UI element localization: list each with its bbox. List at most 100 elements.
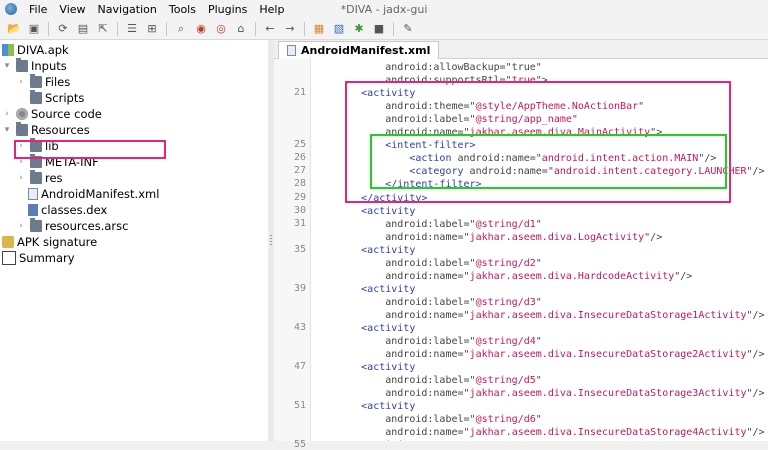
- code-line: <activity: [313, 322, 415, 335]
- save-all-icon[interactable]: ▤: [75, 21, 91, 37]
- code-token: jakhar.aseem.diva.InsecureDataStorage1Ac…: [469, 309, 747, 321]
- tree-node-summary[interactable]: Summary: [2, 250, 75, 266]
- code-line: android:label="@string/d4": [313, 335, 542, 348]
- stop-icon[interactable]: ■: [371, 21, 387, 37]
- code-token: android:name=": [313, 270, 470, 282]
- debug-icon[interactable]: ✱: [351, 21, 367, 37]
- menu-view[interactable]: View: [59, 3, 85, 16]
- tree-node-label: Source code: [31, 107, 102, 121]
- code-token: jakhar.aseem.diva.LogActivity: [469, 231, 645, 243]
- settings-icon[interactable]: ✎: [400, 21, 416, 37]
- code-token: android:name=": [313, 349, 470, 361]
- code-token: android:label=": [313, 414, 476, 426]
- menu-tools[interactable]: Tools: [169, 3, 196, 16]
- xml-file-icon: [28, 188, 38, 200]
- code-token: android:name=": [313, 388, 470, 400]
- tree-node-resources-arsc[interactable]: › resources.arsc: [16, 218, 128, 234]
- tree-node-inputs[interactable]: ▾ Inputs: [2, 58, 67, 74]
- code-token: <activity: [313, 205, 416, 217]
- tree-node-label: AndroidManifest.xml: [41, 187, 160, 201]
- code-line: android:name="jakhar.aseem.diva.Hardcode…: [313, 270, 692, 283]
- menu-file[interactable]: File: [29, 3, 47, 16]
- code-line: <activity: [313, 244, 415, 257]
- tree-node-label: DIVA.apk: [17, 43, 69, 57]
- menu-help[interactable]: Help: [259, 3, 284, 16]
- editor-tab-bar: AndroidManifest.xml: [274, 40, 768, 59]
- chevron-down-icon[interactable]: ▾: [2, 61, 12, 71]
- sync-icon[interactable]: ⟳: [55, 21, 71, 37]
- export-icon[interactable]: ⇱: [95, 21, 111, 37]
- code-token: android:name=": [313, 309, 470, 321]
- tree-node-files[interactable]: › Files: [16, 74, 70, 90]
- line-number: 55: [293, 439, 306, 450]
- home-icon[interactable]: ⌂: [233, 21, 249, 37]
- code-token: "/>: [746, 349, 765, 361]
- menu-navigation[interactable]: Navigation: [98, 3, 157, 16]
- tree-node-label: Resources: [31, 123, 90, 137]
- code-token: jakhar.aseem.diva.HardcodeActivity: [469, 270, 675, 282]
- code-token: ": [535, 414, 542, 426]
- package-icon: [16, 108, 28, 120]
- code-token: jakhar.aseem.diva.InsecureDataStorage2Ac…: [469, 349, 747, 361]
- line-number: 25: [293, 139, 306, 151]
- code-line: <activity: [313, 400, 415, 413]
- apk-icon: [2, 44, 14, 56]
- tree-node-label: Summary: [19, 251, 75, 265]
- search-icon[interactable]: ⌕: [173, 21, 189, 37]
- line-number: 47: [293, 361, 306, 373]
- menu-plugins[interactable]: Plugins: [208, 3, 247, 16]
- chevron-down-icon[interactable]: ▾: [2, 125, 12, 135]
- code-token: <activity: [313, 323, 416, 334]
- code-token: "/>: [644, 231, 663, 243]
- code-view-icon[interactable]: ▦: [311, 21, 327, 37]
- code-line: android:label="@string/d3": [313, 296, 542, 309]
- summary-icon: [2, 251, 16, 265]
- code-token: android:name=": [313, 231, 470, 243]
- code-token: "/>: [746, 427, 765, 439]
- xml-file-icon: [287, 45, 296, 56]
- folder-icon: [30, 74, 42, 88]
- line-number: 31: [293, 217, 306, 229]
- tree-node-android-manifest[interactable]: AndroidManifest.xml: [28, 186, 159, 202]
- code-token: ": [535, 218, 542, 230]
- code-line: android:allowBackup="true": [313, 61, 542, 74]
- code-token: android:label=": [313, 218, 476, 230]
- tree-node-label: Inputs: [31, 59, 67, 73]
- line-number: 28: [293, 178, 306, 190]
- tree-node-resources[interactable]: ▾ Resources: [2, 122, 90, 138]
- back-icon[interactable]: ←: [262, 21, 278, 37]
- deobfuscation-icon[interactable]: ⊞: [144, 21, 160, 37]
- code-token: android:label=": [313, 336, 476, 348]
- flatten-icon[interactable]: ☰: [124, 21, 140, 37]
- chevron-right-icon[interactable]: ›: [16, 221, 26, 231]
- dex-file-icon: [28, 204, 38, 216]
- chevron-right-icon[interactable]: ›: [2, 109, 12, 119]
- open-file-icon[interactable]: 📂: [6, 21, 22, 37]
- tree-node-diva-apk[interactable]: DIVA.apk: [2, 42, 69, 58]
- tree-node-res[interactable]: › res: [16, 170, 63, 186]
- line-number: 29: [293, 191, 306, 203]
- code-token: @string/d2: [475, 257, 536, 269]
- chevron-right-icon[interactable]: ›: [16, 77, 26, 87]
- tree-node-source-code[interactable]: › Source code: [2, 106, 102, 122]
- find-class-icon[interactable]: ◉: [193, 21, 209, 37]
- code-token: android:allowBackup="true": [313, 62, 542, 73]
- code-token: android:label=": [313, 296, 476, 308]
- folder-icon: [16, 58, 28, 72]
- forward-icon[interactable]: →: [282, 21, 298, 37]
- find-usage-icon[interactable]: ◎: [213, 21, 229, 37]
- tab-android-manifest[interactable]: AndroidManifest.xml: [278, 41, 440, 59]
- chevron-right-icon[interactable]: ›: [16, 173, 26, 183]
- code-line: android:label="@string/d1": [313, 218, 542, 231]
- line-number: 39: [293, 282, 306, 294]
- tree-node-classes-dex[interactable]: classes.dex: [28, 202, 107, 218]
- tree-node-label: classes.dex: [41, 203, 108, 217]
- menu-bar: File View Navigation Tools Plugins Help: [0, 0, 768, 18]
- save-icon[interactable]: ▣: [26, 21, 42, 37]
- tree-node-apk-signature[interactable]: APK signature: [2, 234, 97, 250]
- code-token: "/>: [746, 166, 765, 178]
- code-line: <activity: [313, 361, 415, 374]
- tree-node-scripts[interactable]: Scripts: [30, 90, 84, 106]
- line-number: 51: [293, 400, 306, 412]
- log-icon[interactable]: ▧: [331, 21, 347, 37]
